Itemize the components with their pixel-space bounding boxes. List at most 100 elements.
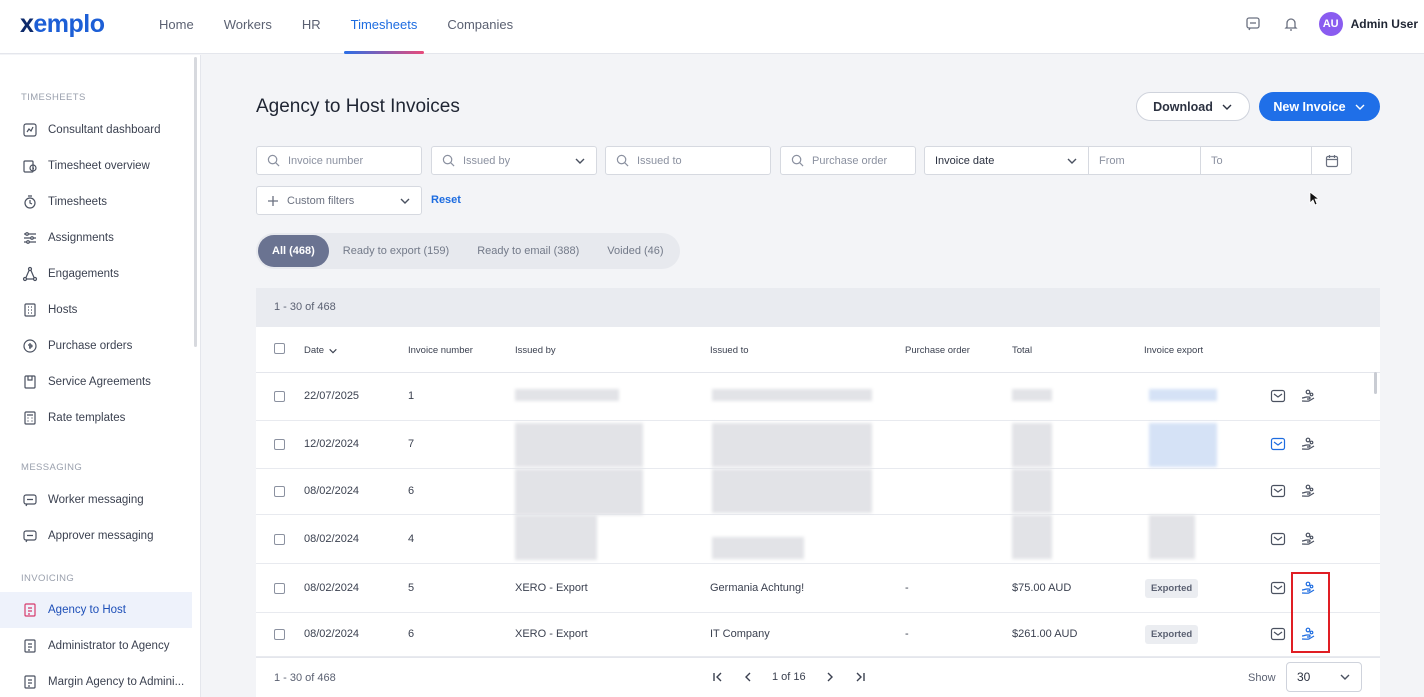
redacted-block <box>1149 389 1217 401</box>
payment-icon[interactable] <box>1300 531 1316 550</box>
select-all-checkbox[interactable] <box>274 343 285 354</box>
sidebar-item-approver-messaging[interactable]: Approver messaging <box>0 518 192 554</box>
invoice-number-input[interactable]: Invoice number <box>256 146 422 175</box>
row-total: $261.00 AUD <box>1012 628 1078 640</box>
user-name[interactable]: Admin User <box>1351 17 1418 31</box>
sidebar-item-label: Timesheet overview <box>48 160 150 172</box>
reset-link[interactable]: Reset <box>431 194 461 206</box>
chevron-down-icon <box>400 198 410 204</box>
dashboard-icon <box>23 123 37 137</box>
payment-icon[interactable] <box>1300 436 1316 455</box>
table-row[interactable]: 08/02/2024 5 XERO - Export Germania Achtung… <box>256 564 1380 613</box>
row-checkbox[interactable] <box>274 629 285 640</box>
table-row[interactable]: 08/02/2024 6 <box>256 469 1380 515</box>
row-checkbox[interactable] <box>274 534 285 545</box>
table-row[interactable]: 08/02/2024 4 <box>256 515 1380 564</box>
row-date: 12/02/2024 <box>304 438 360 450</box>
tab-voided[interactable]: Voided (46) <box>593 235 677 267</box>
date-to-input[interactable]: To <box>1200 146 1312 175</box>
bell-icon[interactable] <box>1281 14 1301 34</box>
tab-ready-to-export[interactable]: Ready to export (159) <box>329 235 463 267</box>
sidebar-item-label: Timesheets <box>48 196 108 208</box>
date-type-select[interactable]: Invoice date <box>924 146 1089 175</box>
email-icon[interactable] <box>1270 484 1286 501</box>
purchase-order-input[interactable]: Purchase order <box>780 146 916 175</box>
avatar[interactable]: AU <box>1318 12 1343 36</box>
column-issued-by: Issued by <box>515 345 556 356</box>
page-title: Agency to Host Invoices <box>256 96 460 117</box>
redacted-block <box>1012 389 1052 401</box>
sidebar-item-assignments[interactable]: Assignments <box>0 220 192 256</box>
table-row[interactable]: 08/02/2024 6 XERO - Export IT Company - $261.… <box>256 613 1380 657</box>
next-page-icon[interactable] <box>824 671 836 683</box>
sidebar-item-hosts[interactable]: Hosts <box>0 292 192 328</box>
calendar-button[interactable] <box>1311 146 1352 175</box>
custom-filters-select[interactable]: Custom filters <box>256 186 422 215</box>
email-icon[interactable] <box>1270 437 1286 454</box>
row-invoice-number: 4 <box>408 533 415 545</box>
sidebar-item-worker-messaging[interactable]: Worker messaging <box>0 482 192 518</box>
issued-by-select[interactable]: Issued by <box>431 146 597 175</box>
redacted-block <box>712 537 804 559</box>
sidebar-item-agency-to-host[interactable]: Agency to Host <box>0 592 192 628</box>
logo[interactable]: xemplo <box>20 10 105 39</box>
download-button[interactable]: Download <box>1136 92 1250 121</box>
row-invoice-number: 5 <box>408 582 415 594</box>
row-purchase-order: - <box>905 582 909 594</box>
row-checkbox[interactable] <box>274 391 285 402</box>
payment-icon[interactable] <box>1300 388 1316 407</box>
sidebar: TIMESHEETS Consultant dashboard Timeshee… <box>0 55 201 697</box>
row-checkbox[interactable] <box>274 439 285 450</box>
new-invoice-button[interactable]: New Invoice <box>1259 92 1380 121</box>
row-date: 08/02/2024 <box>304 582 360 594</box>
sidebar-item-timesheet-overview[interactable]: Timesheet overview <box>0 148 192 184</box>
search-icon <box>267 154 280 167</box>
payment-icon[interactable] <box>1300 483 1316 502</box>
page-size-select[interactable]: 30 <box>1286 662 1362 692</box>
sidebar-item-purchase-orders[interactable]: Purchase orders <box>0 328 192 364</box>
nav-hr[interactable]: HR <box>287 0 336 54</box>
sidebar-item-service-agreements[interactable]: Service Agreements <box>0 364 192 400</box>
invoice-icon <box>24 603 36 617</box>
nav-companies[interactable]: Companies <box>432 0 528 54</box>
redacted-block <box>712 469 872 513</box>
nav-timesheets[interactable]: Timesheets <box>336 0 433 54</box>
table-row[interactable]: 22/07/2025 1 <box>256 373 1380 421</box>
sidebar-item-timesheets[interactable]: Timesheets <box>0 184 192 220</box>
row-checkbox[interactable] <box>274 583 285 594</box>
nav-home[interactable]: Home <box>144 0 209 54</box>
sidebar-scrollbar[interactable] <box>194 57 197 347</box>
email-icon[interactable] <box>1270 532 1286 549</box>
sidebar-item-engagements[interactable]: Engagements <box>0 256 192 292</box>
sidebar-item-consultant-dashboard[interactable]: Consultant dashboard <box>0 112 192 148</box>
tab-ready-to-email[interactable]: Ready to email (388) <box>463 235 593 267</box>
email-icon[interactable] <box>1270 581 1286 598</box>
main-nav: Home Workers HR Timesheets Companies <box>144 0 528 54</box>
table-row[interactable]: 12/02/2024 7 <box>256 421 1380 469</box>
nav-workers[interactable]: Workers <box>209 0 287 54</box>
first-page-icon[interactable] <box>712 671 724 683</box>
sidebar-item-label: Engagements <box>48 268 119 280</box>
tab-all[interactable]: All (468) <box>258 235 329 267</box>
sidebar-item-administrator-to-agency[interactable]: Administrator to Agency <box>0 628 192 664</box>
email-icon[interactable] <box>1270 389 1286 406</box>
status-tabs: All (468) Ready to export (159) Ready to… <box>256 233 680 269</box>
prev-page-icon[interactable] <box>742 671 754 683</box>
redacted-block <box>515 423 643 467</box>
clock-page-icon <box>23 160 37 173</box>
chat-icon[interactable] <box>1243 14 1263 34</box>
last-page-icon[interactable] <box>854 671 866 683</box>
date-from-input[interactable]: From <box>1088 146 1201 175</box>
mouse-cursor-icon <box>1309 191 1319 206</box>
column-invoice-number: Invoice number <box>408 345 473 356</box>
sidebar-item-label: Assignments <box>48 232 114 244</box>
show-label: Show <box>1248 672 1276 684</box>
pagination: 1 of 16 <box>712 671 866 683</box>
table-footer: 1 - 30 of 468 1 of 16 Show 30 <box>256 657 1380 697</box>
email-icon[interactable] <box>1270 627 1286 644</box>
column-date[interactable]: Date <box>304 345 338 356</box>
issued-to-input[interactable]: Issued to <box>605 146 771 175</box>
row-checkbox[interactable] <box>274 486 285 497</box>
sidebar-item-rate-templates[interactable]: Rate templates <box>0 400 192 436</box>
sidebar-item-margin-agency[interactable]: Margin Agency to Admini... <box>0 664 192 697</box>
